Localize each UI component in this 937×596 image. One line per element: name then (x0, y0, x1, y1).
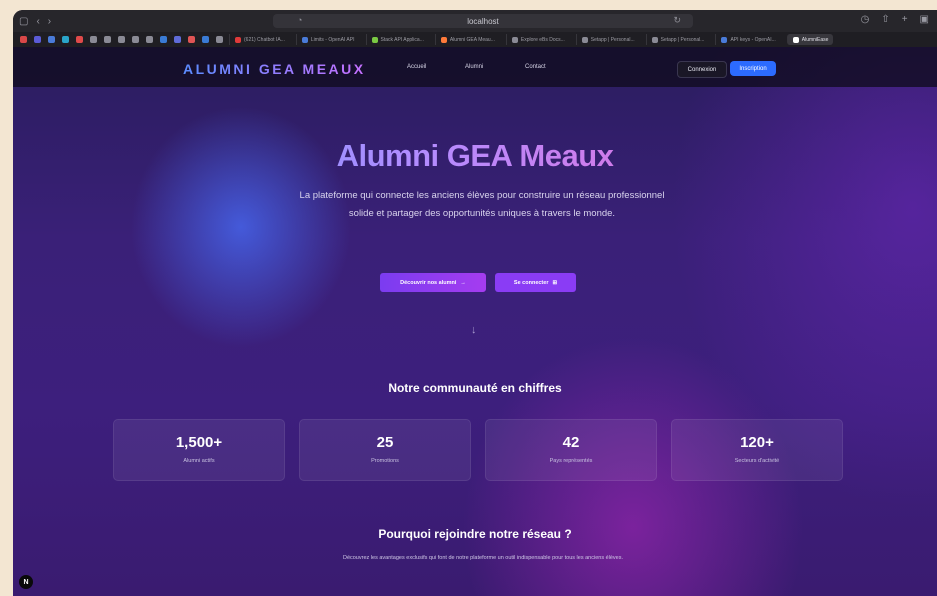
login-button[interactable]: Connexion (677, 61, 727, 78)
bookmark-icon[interactable] (76, 36, 83, 43)
tab-favicon-icon (651, 36, 658, 43)
nav-link-home[interactable]: Accueil (407, 64, 426, 70)
tab-label: Setapp | Personal... (660, 36, 705, 43)
tab-label: Alumni GEA Meau... (449, 36, 495, 43)
stat-value: 42 (562, 434, 580, 451)
browser-tab[interactable]: (621) Chatbot IA... (229, 34, 290, 45)
stat-label: Promotions (371, 458, 399, 464)
browser-toolbar: ▢ ‹ › ◔ localhost ↻ ◷ ⇧ + ▣ (13, 10, 937, 32)
bookmark-icon[interactable] (118, 36, 125, 43)
bookmark-icon[interactable] (188, 36, 195, 43)
stat-value: 1,500+ (175, 434, 223, 451)
address-bar[interactable]: ◔ localhost ↻ (273, 14, 693, 28)
stat-card: 120+ Secteurs d'activité (671, 419, 843, 481)
bookmark-icon[interactable] (202, 36, 209, 43)
bookmark-icon[interactable] (34, 36, 41, 43)
browser-tab[interactable]: Alumni GEA Meau... (434, 34, 500, 45)
sidebar-toggle-icon[interactable]: ▢ (19, 16, 28, 27)
browser-window: ▢ ‹ › ◔ localhost ↻ ◷ ⇧ + ▣ (621) Chatbo… (13, 10, 937, 596)
stat-value: 25 (376, 434, 394, 451)
why-title: Pourquoi rejoindre notre réseau ? (378, 527, 572, 541)
nav-link-alumni[interactable]: Alumni (465, 64, 483, 70)
stat-label: Secteurs d'activité (734, 458, 780, 464)
scroll-down-icon[interactable]: ↓ (471, 324, 477, 336)
bookmark-icon[interactable] (132, 36, 139, 43)
nav-link-contact[interactable]: Contact (525, 64, 546, 70)
stat-label: Alumni actifs (183, 458, 215, 464)
tab-label: Setapp | Personal... (590, 36, 635, 43)
tab-favicon-icon (440, 36, 447, 43)
connect-label: Se connecter (513, 279, 549, 286)
stat-value: 120+ (740, 434, 774, 451)
tab-label: Stack API Applica... (380, 36, 424, 43)
browser-tab[interactable]: Stack API Applica... (365, 34, 429, 45)
browser-tab[interactable]: API keys - OpenAI... (715, 34, 780, 45)
tab-label: Limits - OpenAI API (310, 36, 355, 43)
bookmark-icon[interactable] (20, 36, 27, 43)
bookmark-icon[interactable] (160, 36, 167, 43)
toolbar-right: ◷ ⇧ + ▣ (861, 14, 929, 25)
bookmark-icon[interactable] (90, 36, 97, 43)
browser-tab[interactable]: Setapp | Personal... (575, 34, 640, 45)
tab-favicon-icon (301, 36, 308, 43)
why-subtitle: Découvrez les avantages exclusifs qui fo… (342, 555, 624, 561)
new-tab-icon[interactable]: + (902, 14, 908, 25)
discover-alumni-label: Découvrir nos alumni (400, 279, 457, 286)
back-icon[interactable]: ‹ (36, 16, 39, 27)
tab-favicon-icon (581, 36, 588, 43)
signup-button[interactable]: Inscription (730, 61, 776, 76)
tab-favicon-icon (721, 36, 728, 43)
dev-tools-badge[interactable]: N (19, 575, 33, 589)
bookmark-icon[interactable] (48, 36, 55, 43)
share-icon[interactable]: ⇧ (881, 14, 889, 25)
browser-tab[interactable]: AlumniEase (786, 34, 834, 45)
tab-favicon-icon (235, 36, 241, 43)
stats-title: Notre communauté en chiffres (388, 381, 562, 395)
site-navbar: ALUMNI GEA MEAUX Accueil Alumni Contact … (13, 47, 937, 87)
privacy-shield-icon[interactable]: ◔ (297, 15, 302, 25)
address-bar-url: localhost (467, 16, 499, 26)
toolbar-left: ▢ ‹ › (13, 16, 51, 27)
stat-label: Pays représentés (549, 458, 593, 464)
hero-title: Alumni GEA Meaux (13, 138, 937, 174)
forward-icon[interactable]: › (48, 16, 51, 27)
browser-tab[interactable]: Limits - OpenAI API (295, 34, 360, 45)
connect-button[interactable]: Se connecter ⊞ (495, 273, 576, 292)
bookmark-icon[interactable] (174, 36, 181, 43)
web-page: ALUMNI GEA MEAUX Accueil Alumni Contact … (13, 47, 937, 596)
tab-bar: (621) Chatbot IA... Limits - OpenAI API St… (13, 32, 937, 47)
tab-favicon-icon (792, 36, 799, 43)
tab-label: Explore eBs Docs... (520, 36, 565, 43)
bookmark-icon[interactable] (62, 36, 69, 43)
login-icon: ⊞ (552, 279, 558, 286)
bookmark-icon[interactable] (146, 36, 153, 43)
tab-overview-icon[interactable]: ▣ (920, 14, 929, 25)
browser-tab[interactable]: Explore eBs Docs... (505, 34, 570, 45)
site-logo[interactable]: ALUMNI GEA MEAUX (183, 61, 366, 77)
tab-favicon-icon (511, 36, 518, 43)
discover-alumni-button[interactable]: Découvrir nos alumni → (380, 273, 486, 292)
bookmark-icon[interactable] (216, 36, 223, 43)
arrow-right-icon: → (460, 279, 466, 286)
tab-label: (621) Chatbot IA... (244, 36, 285, 43)
tab-label: AlumniEase (801, 36, 829, 43)
browser-tab[interactable]: Setapp | Personal... (645, 34, 710, 45)
tab-favicon-icon (371, 36, 378, 43)
stat-card: 1,500+ Alumni actifs (113, 419, 285, 481)
stat-card: 42 Pays représentés (485, 419, 657, 481)
bookmark-icon[interactable] (104, 36, 111, 43)
tab-label: API keys - OpenAI... (730, 36, 776, 43)
reload-icon[interactable]: ↻ (673, 15, 681, 26)
stat-card: 25 Promotions (299, 419, 471, 481)
hero-subtitle: La plateforme qui connecte les anciens é… (299, 190, 665, 219)
download-icon[interactable]: ◷ (861, 14, 870, 25)
